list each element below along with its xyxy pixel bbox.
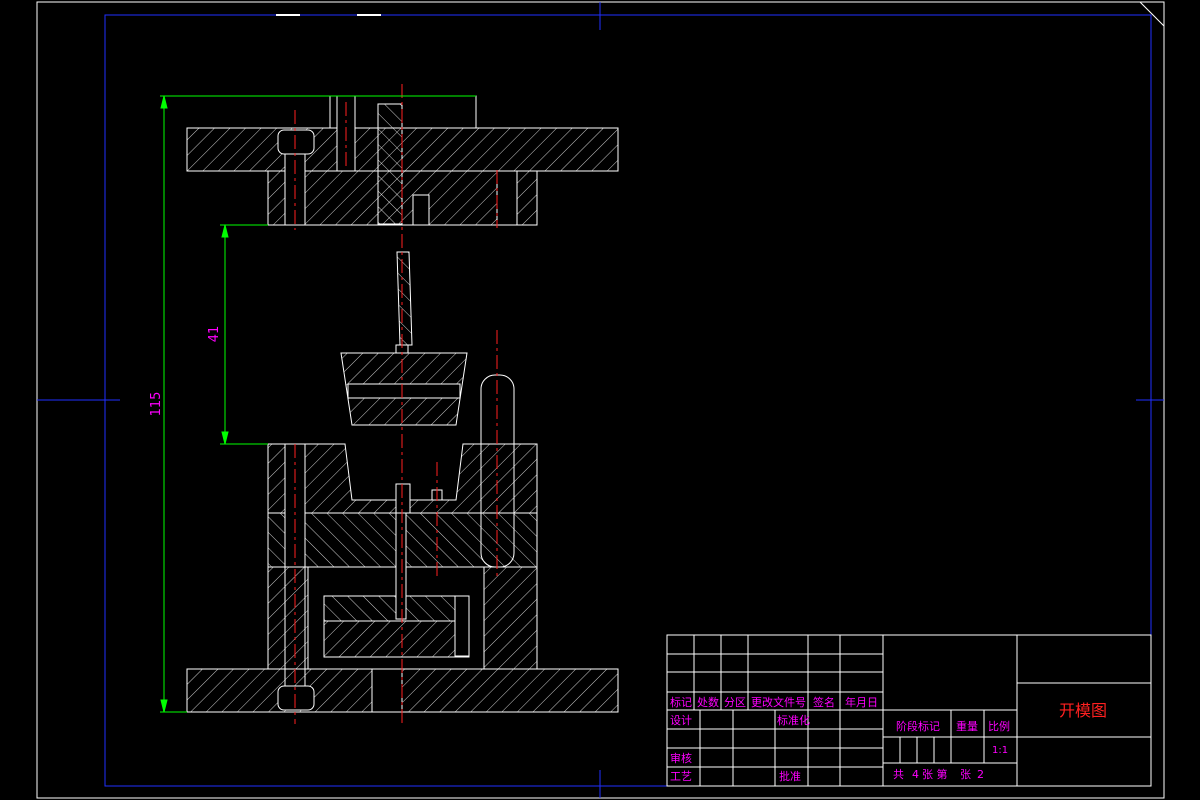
label-weight: 重量 (956, 719, 978, 733)
bottom-cap-screw-head (277, 685, 315, 711)
sheets-total: 4 (912, 768, 919, 781)
ejector-pin (395, 512, 407, 620)
corner-mark (1139, 1, 1165, 27)
label-sheet-no: 张 (960, 768, 971, 781)
header-mark: 标记 (670, 695, 692, 709)
header-signature: 签名 (813, 695, 835, 709)
guide-bush-top (496, 170, 518, 226)
spacer-block-left (267, 566, 309, 670)
label-standardization: 标准化 (777, 713, 810, 727)
label-approve: 批准 (779, 769, 801, 783)
ejector-hole (371, 668, 403, 713)
header-zone: 分区 (724, 696, 746, 709)
spacer-block-right (483, 566, 538, 670)
header-change-doc: 更改文件号 (751, 695, 806, 709)
dim-overall-height: 115 (149, 392, 164, 417)
label-sheets-total: 共 (893, 768, 904, 781)
header-count: 处数 (697, 696, 719, 709)
sprue-puller-pin (412, 194, 430, 226)
mold-drawing: 115 41 (149, 84, 619, 724)
dim-opening-gap: 41 (207, 326, 222, 343)
core-insert (395, 483, 411, 514)
sheet-no: 2 (977, 768, 984, 781)
scale-value: 1:1 (992, 745, 1008, 756)
label-sheet: 张 第 (922, 767, 948, 781)
ejector-bolt (454, 595, 470, 657)
label-design: 设计 (670, 714, 692, 727)
sprue-runner (396, 251, 413, 346)
drawing-title: 开模图 (1059, 701, 1107, 720)
label-process: 工艺 (670, 770, 692, 783)
label-review: 审核 (670, 751, 692, 765)
label-stage-mark: 阶段标记 (896, 719, 940, 733)
header-date: 年月日 (845, 695, 878, 709)
part-insert (347, 383, 461, 399)
label-scale: 比例 (988, 719, 1010, 733)
top-cap-screw-head (277, 129, 315, 155)
cad-drawing-sheet: 115 41 标记 处数 分区 更改文件号 签名 年月日 设计 标准化 审核 工… (36, 1, 1165, 799)
ejector-plate (323, 620, 470, 658)
